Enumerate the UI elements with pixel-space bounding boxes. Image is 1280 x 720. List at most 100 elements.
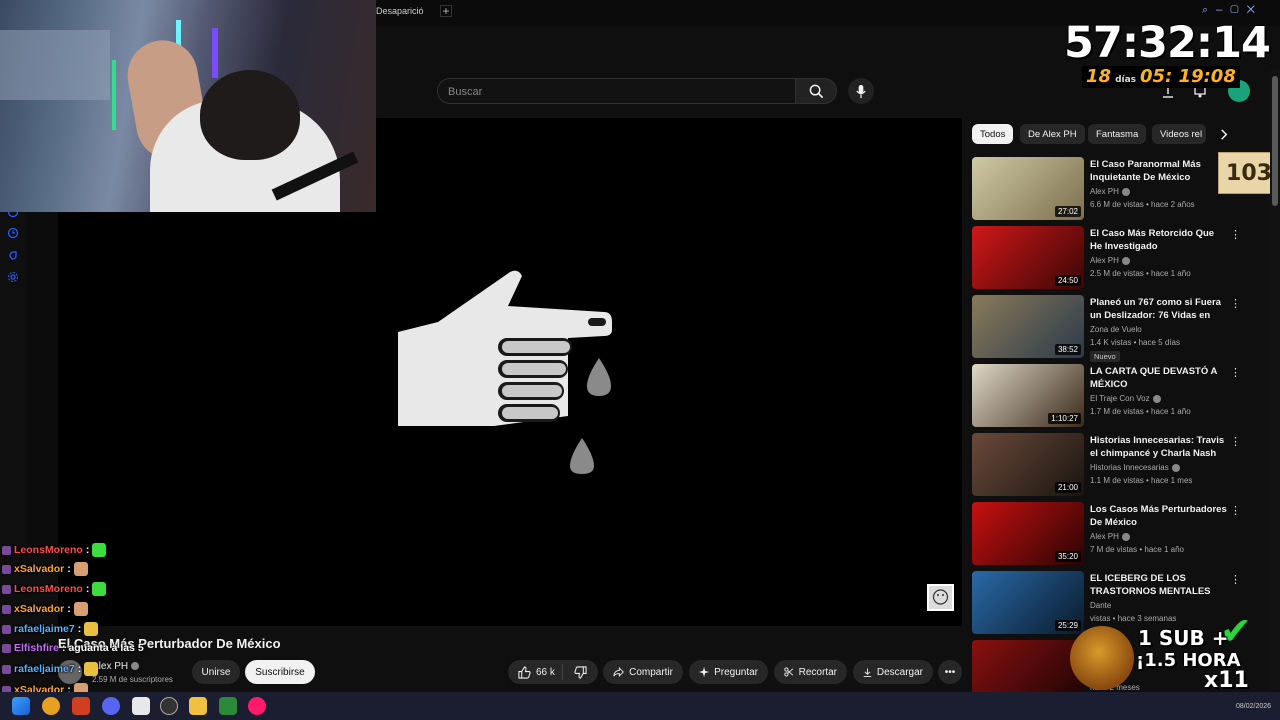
video-title-link[interactable]: EL ICEBERG DE LOS TRASTORNOS MENTALES [1090,572,1228,598]
video-title-link[interactable]: Historias Innecesarias: Travis el chimpa… [1090,434,1228,460]
search-box[interactable] [437,78,795,104]
video-thumbnail[interactable]: 21:00 [972,433,1084,496]
video-thumbnail[interactable]: 1:10:27 [972,364,1084,427]
channel-name[interactable]: Alex PH [92,661,140,672]
folder-icon[interactable] [189,697,207,715]
sub-promo-overlay: ✔ 1 SUB + ¡1.5 HORA x11 [1070,612,1280,698]
new-tab-button[interactable]: + [440,5,452,17]
video-thumbnail[interactable]: 35:20 [972,502,1084,565]
more-actions-button[interactable]: ••• [938,660,962,684]
channel-link[interactable]: Alex PH [1090,532,1130,541]
chat-separator: : [77,663,82,675]
history-icon[interactable] [7,227,19,239]
clip-button[interactable]: Recortar [774,660,847,684]
like-dislike-group: 66 k [508,660,598,684]
kebab-menu-icon[interactable]: ⋮ [1230,228,1241,241]
channel-name-text[interactable]: Zona de Vuelo [1090,325,1142,334]
channel-name-text[interactable]: Dante [1090,601,1111,610]
brave-icon[interactable] [72,697,90,715]
webcam-overlay [0,0,376,212]
chip-related[interactable]: Videos rel [1152,124,1206,144]
download-button[interactable]: Descargar [853,660,933,684]
recommendation-item[interactable]: 27:02 El Caso Paranormal Más Inquietante … [972,157,1240,221]
video-thumbnail[interactable]: 38:52 [972,295,1084,358]
recommendation-item[interactable]: 38:52 Planeó un 767 como si Fuera un Desl… [972,295,1241,362]
share-button[interactable]: Compartir [603,660,683,684]
channel-name-text[interactable]: Alex PH [1090,532,1119,541]
channel-link[interactable]: El Traje Con Voz [1090,394,1161,403]
recommendation-item[interactable]: 21:00 Historias Innecesarias: Travis el c… [972,433,1241,497]
channel-name-text[interactable]: Alex PH [1090,187,1119,196]
kebab-menu-icon[interactable]: ⋮ [1230,504,1241,517]
voice-search-button[interactable] [848,78,874,104]
chip-from-channel[interactable]: De Alex PH [1020,124,1085,144]
emote-icon [84,662,99,676]
chat-separator: : [77,623,82,635]
close-icon[interactable]: ✕ [1247,4,1263,16]
channel-link[interactable]: Alex PH [1090,256,1130,265]
opera-icon[interactable] [248,697,266,715]
join-button[interactable]: Unirse [192,660,240,684]
video-thumbnail[interactable]: 27:02 [972,157,1084,220]
search-button[interactable] [795,78,837,104]
recommendation-item[interactable]: 24:50 El Caso Más Retorcido Que He Invest… [972,226,1241,290]
obs-icon[interactable] [160,697,178,715]
recommendation-item[interactable]: 35:20 Los Casos Más Perturbadores De Méxi… [972,502,1241,566]
like-count[interactable]: 66 k [536,667,555,678]
discord-icon[interactable] [102,697,120,715]
video-title-link[interactable]: El Caso Paranormal Más Inquietante De Mé… [1090,158,1228,184]
chat-username[interactable]: rafaeljaime7 [14,663,75,675]
kebab-menu-icon[interactable]: ⋮ [1230,297,1241,310]
window-controls[interactable]: ⌕–▢✕ [1202,4,1263,17]
settings-icon[interactable] [7,271,19,283]
browser-tab[interactable]: Desaparició [376,6,424,16]
maximize-icon[interactable]: ▢ [1230,4,1246,16]
kebab-menu-icon[interactable]: ⋮ [1230,435,1241,448]
gamepad-icon[interactable] [219,697,237,715]
dislike-icon[interactable] [574,665,587,679]
shorts-icon[interactable] [7,249,19,261]
chip-fantasma[interactable]: Fantasma [1088,124,1147,144]
ask-button[interactable]: Preguntar [689,660,768,684]
chat-username[interactable]: LeonsMoreno [14,583,83,595]
channel-link[interactable]: Alex PH [1090,187,1130,196]
video-title-link[interactable]: LA CARTA QUE DEVASTÓ A MÉXICO [1090,365,1228,391]
video-title-link[interactable]: Planeó un 767 como si Fuera un Deslizado… [1090,296,1228,322]
recommendation-item[interactable]: 1:10:27 LA CARTA QUE DEVASTÓ A MÉXICO El T… [972,364,1241,428]
chat-username[interactable]: xSalvador [14,563,64,575]
search-icon [809,84,823,98]
search-input[interactable] [448,84,778,100]
chips-next-button[interactable] [1216,126,1232,142]
search-tabs-icon[interactable]: ⌕ [1202,4,1216,16]
chat-username[interactable]: LeonsMoreno [14,544,83,556]
video-thumbnail[interactable]: 25:29 [972,571,1084,634]
user-badge-icon [2,664,11,674]
channel-link[interactable]: Dante [1090,601,1111,610]
video-meta: 6.6 M de vistas • hace 2 años [1090,200,1195,209]
scrollbar-thumb[interactable] [1272,76,1278,206]
kebab-menu-icon[interactable]: ⋮ [1230,366,1241,379]
video-title-link[interactable]: Los Casos Más Perturbadores De México [1090,503,1228,529]
minimize-icon[interactable]: – [1216,4,1230,16]
app-icon-1[interactable] [42,697,60,715]
store-icon[interactable] [132,697,150,715]
like-icon[interactable] [518,665,531,679]
chat-username[interactable]: Elfishfire [14,642,59,654]
channel-link[interactable]: Zona de Vuelo [1090,325,1142,334]
start-icon[interactable] [12,697,30,715]
chip-all[interactable]: Todos [972,124,1014,144]
channel-name-text[interactable]: El Traje Con Voz [1090,394,1150,403]
chat-username[interactable]: xSalvador [14,603,64,615]
video-duration: 27:02 [1054,206,1081,217]
channel-link[interactable]: Historias Innecesarias [1090,463,1180,472]
channel-name-text[interactable]: Historias Innecesarias [1090,463,1169,472]
channel-watermark[interactable] [927,584,954,611]
video-thumbnail[interactable]: 24:50 [972,226,1084,289]
new-badge: Nuevo [1090,351,1120,362]
subscribe-button[interactable]: Suscribirse [245,660,315,684]
channel-name-text[interactable]: Alex PH [1090,256,1119,265]
kebab-menu-icon[interactable]: ⋮ [1230,573,1241,586]
user-badge-icon [2,624,11,634]
chat-username[interactable]: rafaeljaime7 [14,623,75,635]
video-title-link[interactable]: El Caso Más Retorcido Que He Investigado [1090,227,1228,253]
